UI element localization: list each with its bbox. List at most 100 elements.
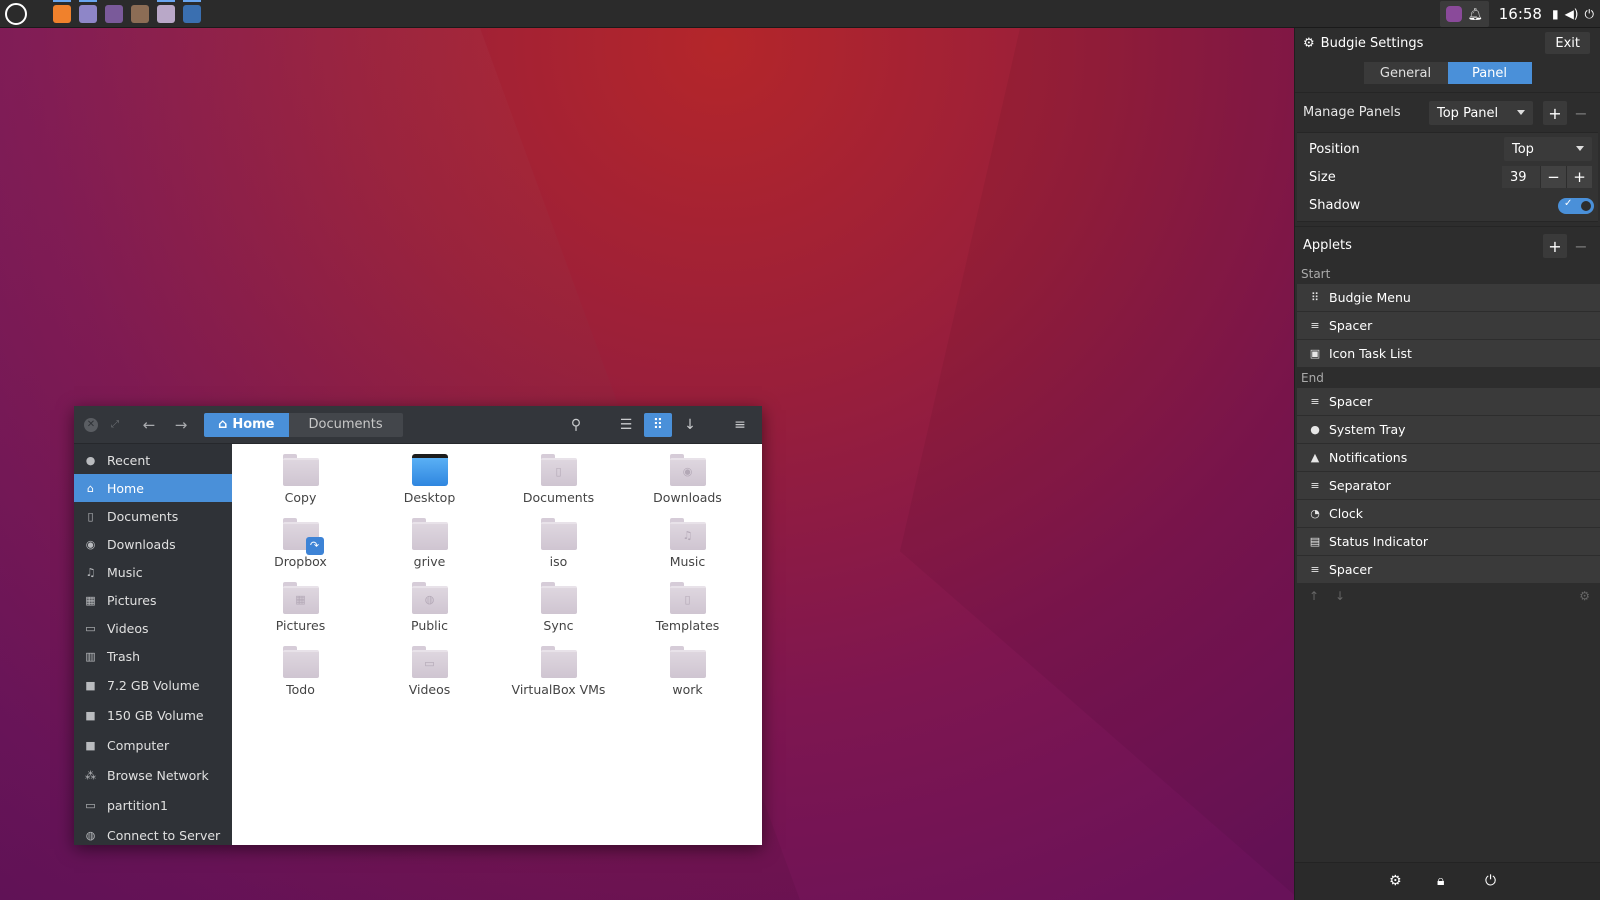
list-view-icon[interactable]: ☰ (612, 413, 640, 437)
volume-icon[interactable]: ◀) (1565, 7, 1579, 21)
folder-item[interactable]: Copy (236, 452, 365, 516)
applet-row[interactable]: ≡ Spacer (1297, 556, 1600, 583)
shadow-toggle[interactable]: ✓ (1558, 198, 1594, 214)
sidebar-item-label: Pictures (107, 592, 157, 608)
tab-general[interactable]: General (1363, 62, 1448, 84)
panel-select[interactable]: Top Panel (1429, 101, 1533, 125)
path-documents-label: Documents (308, 417, 383, 432)
music-icon: ♫ (85, 565, 96, 579)
sidebar-item[interactable]: ▥ Trash (74, 642, 232, 670)
path-home-button[interactable]: ⌂ Home (204, 412, 289, 437)
notification-bell-icon[interactable]: 🔔︎ (1468, 7, 1483, 21)
sidebar-item[interactable]: ▯ Documents (74, 502, 232, 530)
move-down-icon[interactable]: ↓ (1335, 589, 1345, 603)
lock-icon[interactable]: 🔒︎ (1437, 873, 1444, 889)
power-icon[interactable]: ⏻ (1585, 7, 1595, 22)
forward-arrow-icon[interactable]: → (172, 416, 190, 434)
budgie-menu-button[interactable] (5, 2, 27, 25)
sort-icon[interactable]: ↓ (676, 413, 704, 437)
settings-gear-icon[interactable]: ⚙ (1389, 873, 1402, 889)
search-icon[interactable]: ⚲ (562, 413, 590, 437)
applet-row[interactable]: ▲ Notifications (1297, 444, 1600, 471)
hamburger-menu-icon[interactable]: ≡ (726, 413, 754, 437)
remove-applet-button[interactable]: − (1569, 234, 1593, 258)
exit-button[interactable]: Exit (1545, 32, 1590, 54)
folder-icon (540, 518, 577, 550)
applet-row[interactable]: ≡ Spacer (1297, 388, 1600, 415)
sidebar-item[interactable]: ▭ Videos (74, 614, 232, 642)
folder-label: Copy (284, 490, 317, 505)
position-select[interactable]: Top (1504, 137, 1592, 161)
sidebar-item[interactable]: ▭ partition1 (74, 790, 232, 820)
sidebar-item[interactable]: ♫ Music (74, 558, 232, 586)
settings-tabs: General Panel (1295, 62, 1600, 84)
sidebar-item[interactable]: ⌂ Home (74, 474, 232, 502)
folder-item[interactable]: ↷ Dropbox (236, 516, 365, 580)
folder-item[interactable]: ▦ Pictures (236, 580, 365, 644)
sidebar-item[interactable]: ⁂ Browse Network (74, 760, 232, 790)
photo-app-icon[interactable] (131, 4, 149, 23)
firefox-icon[interactable] (53, 0, 71, 23)
sidebar-item[interactable]: ■ 7.2 GB Volume (74, 670, 232, 700)
battery-icon[interactable]: ▮ (1552, 7, 1559, 21)
status-icon: ▤ (1309, 535, 1321, 548)
task-list (53, 0, 201, 23)
back-arrow-icon[interactable]: ← (140, 416, 158, 434)
folder-item[interactable]: ◍ Public (365, 580, 494, 644)
folder-item[interactable]: ▯ Documents (494, 452, 623, 516)
folder-item[interactable]: VirtualBox VMs (494, 644, 623, 708)
folder-item[interactable]: iso (494, 516, 623, 580)
folder-item[interactable]: work (623, 644, 752, 708)
sidebar-item[interactable]: ■ Computer (74, 730, 232, 760)
sidebar-item[interactable]: ◉ Downloads (74, 530, 232, 558)
sidebar-item[interactable]: ◍ Connect to Server (74, 820, 232, 850)
resize-icon[interactable]: ⤢ (108, 418, 122, 432)
applet-label: Clock (1329, 506, 1363, 521)
applet-row[interactable]: ▣ Icon Task List (1297, 340, 1600, 367)
panel-clock[interactable]: 16:58 (1499, 5, 1542, 23)
sidebar-item[interactable]: ■ 150 GB Volume (74, 700, 232, 730)
folder-item[interactable]: Sync (494, 580, 623, 644)
folder-item[interactable]: Desktop (365, 452, 494, 516)
move-up-icon[interactable]: ↑ (1309, 589, 1319, 603)
power-icon[interactable]: ⏻ (1485, 873, 1496, 889)
folder-icon (282, 646, 319, 678)
add-applet-button[interactable]: + (1543, 234, 1567, 258)
text-editor-icon[interactable] (79, 0, 97, 23)
folder-item[interactable]: ◉ Downloads (623, 452, 752, 516)
sidebar-item[interactable]: ▦ Pictures (74, 586, 232, 614)
folder-item[interactable]: ▯ Templates (623, 580, 752, 644)
manage-panels-label: Manage Panels (1303, 105, 1401, 120)
virtualbox-icon[interactable] (183, 0, 201, 23)
size-decrement-button[interactable]: − (1540, 166, 1566, 188)
add-panel-button[interactable]: + (1543, 101, 1567, 125)
folder-emblem-icon: ♫ (682, 529, 693, 542)
folder-item[interactable]: ▭ Videos (365, 644, 494, 708)
applet-settings-icon[interactable]: ⚙ (1579, 589, 1590, 603)
file-manager-icon[interactable] (157, 0, 175, 23)
grid-view-icon[interactable]: ⠿ (644, 413, 672, 437)
sidebar-item-label: Music (107, 564, 143, 580)
folder-item[interactable]: ♫ Music (623, 516, 752, 580)
close-icon[interactable]: ✕ (84, 417, 98, 432)
applet-row[interactable]: ⠿ Budgie Menu (1297, 284, 1600, 311)
pidgin-icon[interactable] (105, 4, 123, 23)
folder-label: Todo (286, 682, 315, 697)
applet-label: Status Indicator (1329, 534, 1429, 549)
path-documents-button[interactable]: Documents (288, 412, 403, 437)
file-view: Copy Desktop ▯ Documents ◉ Downloads ↷ Dropbox g… (232, 444, 762, 845)
applet-row[interactable]: ● System Tray (1297, 416, 1600, 443)
remove-panel-button[interactable]: − (1569, 101, 1593, 125)
applet-row[interactable]: ▤ Status Indicator (1297, 528, 1600, 555)
folder-item[interactable]: Todo (236, 644, 365, 708)
applet-row[interactable]: ≡ Spacer (1297, 312, 1600, 339)
owl-icon[interactable] (1445, 6, 1462, 22)
size-increment-button[interactable]: + (1566, 166, 1592, 188)
sidebar-item[interactable]: ● Recent (74, 446, 232, 474)
folder-item[interactable]: grive (365, 516, 494, 580)
applet-row[interactable]: ≡ Separator (1297, 472, 1600, 499)
tab-panel[interactable]: Panel (1447, 62, 1532, 84)
size-value[interactable]: 39 (1502, 166, 1540, 188)
applet-row[interactable]: ◔ Clock (1297, 500, 1600, 527)
toggle-knob (1579, 199, 1593, 213)
